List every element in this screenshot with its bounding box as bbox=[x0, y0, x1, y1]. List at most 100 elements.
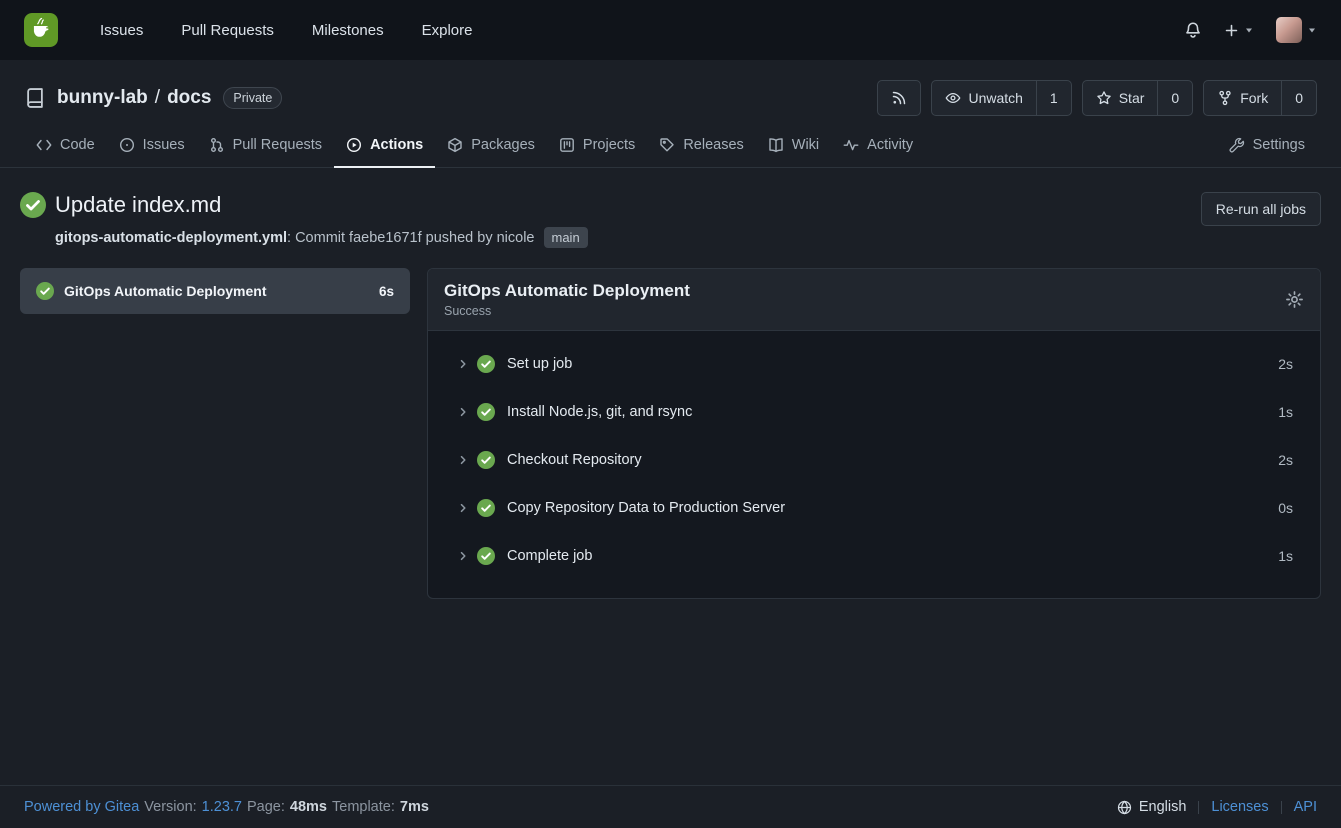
tab-packages[interactable]: Packages bbox=[435, 126, 547, 168]
star-button[interactable]: Star bbox=[1083, 81, 1158, 115]
step-duration: 1s bbox=[1278, 548, 1293, 564]
stars-count[interactable]: 0 bbox=[1157, 81, 1192, 115]
licenses-link[interactable]: Licenses bbox=[1211, 799, 1268, 815]
issue-opened-icon bbox=[119, 137, 135, 153]
tools-icon bbox=[1229, 137, 1245, 153]
step-status-success-icon bbox=[477, 547, 495, 565]
version-link[interactable]: 1.23.7 bbox=[202, 799, 242, 815]
play-circle-icon bbox=[346, 137, 362, 153]
tab-releases[interactable]: Releases bbox=[647, 126, 755, 168]
tab-settings[interactable]: Settings bbox=[1217, 126, 1317, 168]
tab-actions[interactable]: Actions bbox=[334, 126, 435, 168]
step-status-success-icon bbox=[477, 403, 495, 421]
project-board-icon bbox=[559, 137, 575, 153]
language-selector[interactable]: English bbox=[1117, 799, 1187, 815]
job-detail-panel: GitOps Automatic Deployment Success Set … bbox=[427, 268, 1321, 599]
tab-code[interactable]: Code bbox=[24, 126, 107, 168]
tab-projects[interactable]: Projects bbox=[547, 126, 647, 168]
repo-actions: Unwatch 1 Star 0 bbox=[877, 80, 1317, 116]
page-time: 48ms bbox=[290, 799, 327, 815]
job-panel-title: GitOps Automatic Deployment bbox=[444, 281, 690, 301]
job-status-success-icon bbox=[36, 282, 54, 300]
job-panel-header-text: GitOps Automatic Deployment Success bbox=[444, 281, 690, 318]
step-row-install-deps[interactable]: Install Node.js, git, and rsync 1s bbox=[428, 388, 1320, 436]
tab-wiki[interactable]: Wiki bbox=[756, 126, 831, 168]
code-icon bbox=[36, 137, 52, 153]
nav-links: Issues Pull Requests Milestones Explore bbox=[100, 22, 472, 39]
tab-label: Issues bbox=[143, 137, 185, 153]
api-link[interactable]: API bbox=[1294, 799, 1317, 815]
tab-activity[interactable]: Activity bbox=[831, 126, 925, 168]
footer-meta: Powered by Gitea Version: 1.23.7 Page: 4… bbox=[24, 799, 429, 815]
step-row-copy-repository-data[interactable]: Copy Repository Data to Production Serve… bbox=[428, 484, 1320, 532]
nav-item-issues[interactable]: Issues bbox=[100, 22, 143, 39]
template-time: 7ms bbox=[400, 799, 429, 815]
chevron-right-icon bbox=[457, 358, 469, 370]
page-label: Page: bbox=[247, 799, 285, 815]
run-title: Update index.md bbox=[55, 192, 221, 218]
tab-label: Packages bbox=[471, 137, 535, 153]
book-icon bbox=[768, 137, 784, 153]
job-item[interactable]: GitOps Automatic Deployment 6s bbox=[20, 268, 410, 314]
step-name: Checkout Repository bbox=[507, 452, 642, 468]
forks-count[interactable]: 0 bbox=[1281, 81, 1316, 115]
repo-owner-link[interactable]: bunny-lab bbox=[57, 87, 148, 109]
notifications-bell-icon[interactable] bbox=[1184, 21, 1202, 39]
nav-item-milestones[interactable]: Milestones bbox=[312, 22, 384, 39]
job-duration: 6s bbox=[379, 284, 394, 299]
powered-by-gitea-link[interactable]: Powered by Gitea bbox=[24, 799, 139, 815]
step-row-checkout-repository[interactable]: Checkout Repository 2s bbox=[428, 436, 1320, 484]
run-body: GitOps Automatic Deployment 6s GitOps Au… bbox=[0, 248, 1341, 599]
chevron-right-icon bbox=[457, 550, 469, 562]
job-name: GitOps Automatic Deployment bbox=[64, 283, 369, 299]
unwatch-button[interactable]: Unwatch bbox=[932, 81, 1035, 115]
tab-label: Pull Requests bbox=[233, 137, 322, 153]
repo-separator: / bbox=[155, 87, 160, 109]
footer: Powered by Gitea Version: 1.23.7 Page: 4… bbox=[0, 785, 1341, 828]
gitea-logo[interactable] bbox=[24, 13, 58, 47]
eye-icon bbox=[945, 90, 961, 106]
fork-button[interactable]: Fork bbox=[1204, 81, 1281, 115]
language-label: English bbox=[1139, 799, 1187, 815]
chevron-down-icon bbox=[1244, 25, 1254, 35]
tab-pull-requests[interactable]: Pull Requests bbox=[197, 126, 334, 168]
job-status-text: Success bbox=[444, 304, 690, 318]
step-name: Set up job bbox=[507, 356, 572, 372]
commit-info: : Commit faebe1671f pushed by nicole bbox=[287, 230, 534, 246]
step-name: Copy Repository Data to Production Serve… bbox=[507, 500, 785, 516]
tab-label: Activity bbox=[867, 137, 913, 153]
repo-name-link[interactable]: docs bbox=[167, 87, 211, 109]
rss-button[interactable] bbox=[877, 80, 921, 116]
rerun-all-jobs-button[interactable]: Re-run all jobs bbox=[1201, 192, 1321, 226]
step-status-success-icon bbox=[477, 355, 495, 373]
top-navbar: Issues Pull Requests Milestones Explore bbox=[0, 0, 1341, 60]
gear-icon[interactable] bbox=[1285, 290, 1304, 309]
git-pull-request-icon bbox=[209, 137, 225, 153]
branch-badge[interactable]: main bbox=[544, 227, 588, 248]
pulse-icon bbox=[843, 137, 859, 153]
watchers-count[interactable]: 1 bbox=[1036, 81, 1071, 115]
divider bbox=[1281, 801, 1282, 814]
fork-label: Fork bbox=[1240, 90, 1268, 106]
step-status-success-icon bbox=[477, 451, 495, 469]
template-label: Template: bbox=[332, 799, 395, 815]
create-new-button[interactable] bbox=[1224, 23, 1254, 38]
fork-icon bbox=[1217, 90, 1233, 106]
tabs-spacer bbox=[925, 126, 1217, 167]
tab-label: Settings bbox=[1253, 137, 1305, 153]
step-row-set-up-job[interactable]: Set up job 2s bbox=[428, 340, 1320, 388]
globe-icon bbox=[1117, 800, 1132, 815]
repo-tabs: Code Issues Pull Requests Actions Packag… bbox=[24, 126, 1317, 167]
job-panel-header: GitOps Automatic Deployment Success bbox=[428, 269, 1320, 331]
tab-issues[interactable]: Issues bbox=[107, 126, 197, 168]
run-subtitle: gitops-automatic-deployment.yml: Commit … bbox=[55, 227, 588, 248]
jobs-sidebar: GitOps Automatic Deployment 6s bbox=[20, 268, 410, 314]
workflow-file-name: gitops-automatic-deployment.yml bbox=[55, 230, 287, 246]
repo-title-row: bunny-lab / docs Private bbox=[24, 76, 1317, 120]
watch-button-group: Unwatch 1 bbox=[931, 80, 1071, 116]
nav-item-pull-requests[interactable]: Pull Requests bbox=[181, 22, 274, 39]
nav-item-explore[interactable]: Explore bbox=[422, 22, 473, 39]
user-menu[interactable] bbox=[1276, 17, 1317, 43]
rss-icon bbox=[891, 90, 907, 106]
step-row-complete-job[interactable]: Complete job 1s bbox=[428, 532, 1320, 580]
